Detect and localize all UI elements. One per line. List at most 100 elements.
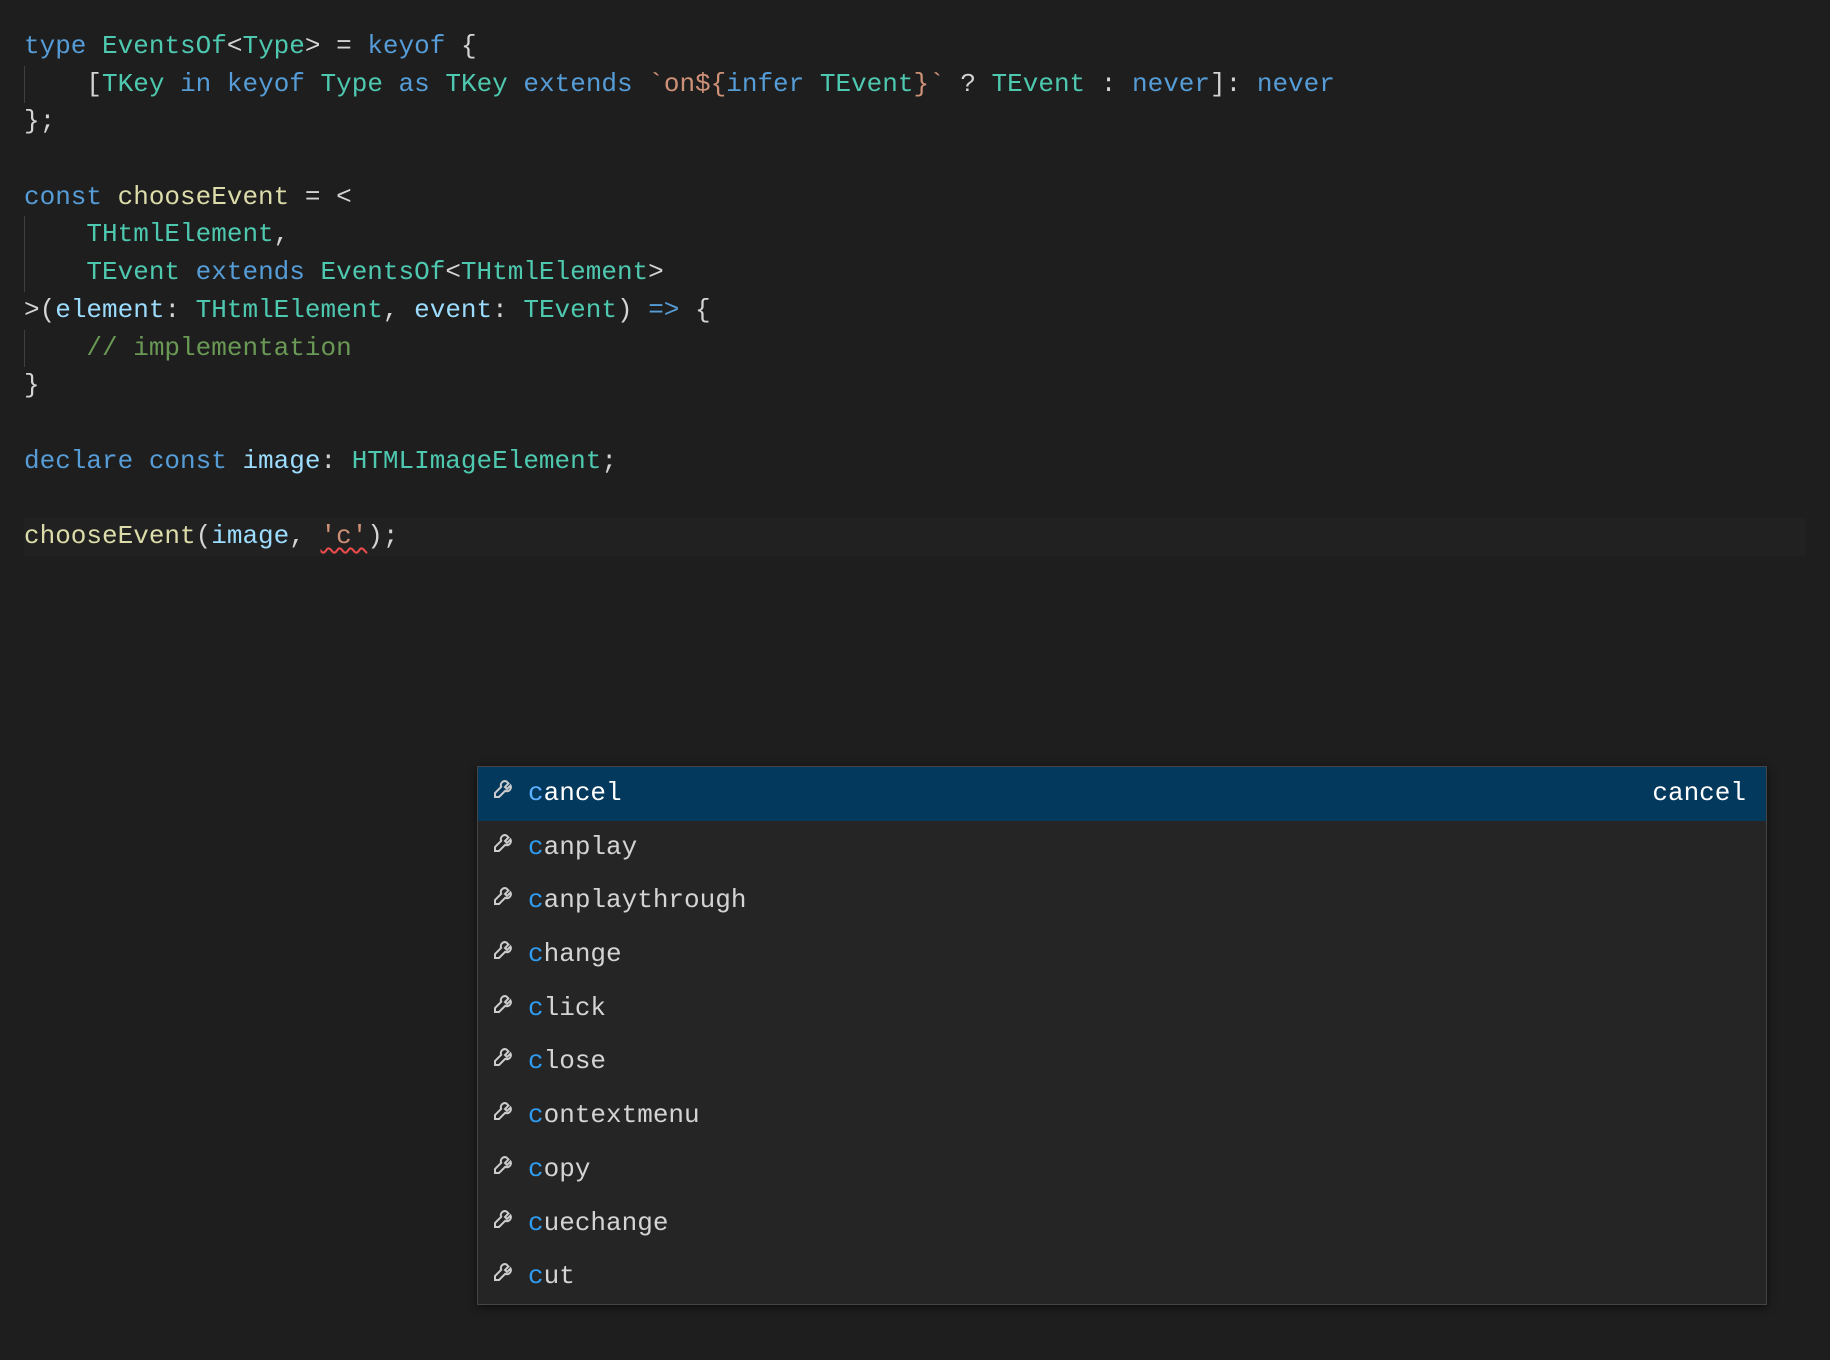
code-line-empty[interactable] bbox=[24, 480, 1806, 518]
suggestion-item[interactable]: contextmenu bbox=[478, 1089, 1766, 1143]
suggestion-item[interactable]: canplaythrough bbox=[478, 874, 1766, 928]
suggestion-label: canplaythrough bbox=[528, 882, 746, 920]
code-line-empty[interactable] bbox=[24, 141, 1806, 179]
keyword-extends: extends bbox=[523, 69, 632, 99]
type-ref: Type bbox=[321, 69, 383, 99]
wrench-icon bbox=[492, 1205, 516, 1243]
code-line[interactable]: }; bbox=[24, 103, 1806, 141]
semicolon: ; bbox=[601, 446, 617, 476]
bracket-open: [ bbox=[86, 69, 102, 99]
suggestion-label: click bbox=[528, 990, 606, 1028]
ternary-colon: : bbox=[1101, 69, 1117, 99]
suggestion-label: cancel bbox=[528, 775, 622, 813]
wrench-icon bbox=[492, 1151, 516, 1189]
suggestion-label: canplay bbox=[528, 829, 637, 867]
brace-close: } bbox=[24, 370, 40, 400]
colon: : bbox=[320, 446, 336, 476]
suggestion-item[interactable]: canplay bbox=[478, 821, 1766, 875]
type-ref: HTMLImageElement bbox=[352, 446, 602, 476]
suggestion-item[interactable]: change bbox=[478, 928, 1766, 982]
keyword-type: type bbox=[24, 31, 86, 61]
type-param: THtmlElement bbox=[461, 257, 648, 287]
type-param: TKey bbox=[102, 69, 164, 99]
type-param: TEvent bbox=[86, 257, 180, 287]
type-ref: THtmlElement bbox=[196, 295, 383, 325]
identifier: image bbox=[242, 446, 320, 476]
keyword-keyof: keyof bbox=[367, 31, 445, 61]
suggestion-item[interactable]: cut bbox=[478, 1250, 1766, 1304]
code-line[interactable]: type EventsOf<Type> = keyof { bbox=[24, 28, 1806, 66]
type-param: TEvent bbox=[992, 69, 1086, 99]
wrench-icon bbox=[492, 990, 516, 1028]
template-literal-close: }` bbox=[914, 69, 945, 99]
keyword-in: in bbox=[180, 69, 211, 99]
angle-close: > bbox=[648, 257, 664, 287]
keyword-as: as bbox=[399, 69, 430, 99]
code-editor[interactable]: type EventsOf<Type> = keyof { [TKey in k… bbox=[24, 28, 1806, 556]
suggestion-item[interactable]: copy bbox=[478, 1143, 1766, 1197]
keyword-const: const bbox=[24, 182, 102, 212]
code-line-empty[interactable] bbox=[24, 405, 1806, 443]
type-param: TKey bbox=[445, 69, 507, 99]
paren-close: ); bbox=[367, 521, 398, 551]
wrench-icon bbox=[492, 1258, 516, 1296]
comma: , bbox=[274, 219, 290, 249]
param-name: event bbox=[414, 295, 492, 325]
string-literal-error: 'c' bbox=[320, 521, 367, 551]
comma: , bbox=[289, 521, 305, 551]
angle-open: < bbox=[445, 257, 461, 287]
suggestion-item[interactable]: click bbox=[478, 982, 1766, 1036]
suggestion-item[interactable]: cuechange bbox=[478, 1197, 1766, 1251]
param-name: element bbox=[55, 295, 164, 325]
operator-equals: = bbox=[305, 182, 321, 212]
wrench-icon bbox=[492, 829, 516, 867]
brace-open: { bbox=[461, 31, 477, 61]
suggestion-item[interactable]: close bbox=[478, 1035, 1766, 1089]
keyword-const: const bbox=[149, 446, 227, 476]
identifier: image bbox=[211, 521, 289, 551]
type-ref: TEvent bbox=[523, 295, 617, 325]
code-line[interactable]: } bbox=[24, 367, 1806, 405]
comma: , bbox=[383, 295, 399, 325]
suggestion-docs: cancel bbox=[1652, 775, 1752, 813]
type-param: TEvent bbox=[820, 69, 914, 99]
suggestion-label: close bbox=[528, 1043, 606, 1081]
keyword-extends: extends bbox=[196, 257, 305, 287]
intellisense-popup[interactable]: cancel cancel canplay canplaythrough change c… bbox=[477, 766, 1767, 1305]
suggestion-label: copy bbox=[528, 1151, 590, 1189]
brace-close: }; bbox=[24, 106, 55, 136]
brace-open: { bbox=[695, 295, 711, 325]
code-line[interactable]: const chooseEvent = < bbox=[24, 179, 1806, 217]
suggestion-label: cuechange bbox=[528, 1205, 668, 1243]
arrow: => bbox=[648, 295, 679, 325]
code-line[interactable]: THtmlElement, bbox=[24, 216, 1806, 254]
keyword-never: never bbox=[1257, 69, 1335, 99]
code-line[interactable]: TEvent extends EventsOf<THtmlElement> bbox=[24, 254, 1806, 292]
template-literal: `on${ bbox=[648, 69, 726, 99]
suggestion-label: cut bbox=[528, 1258, 575, 1296]
paren-open: ( bbox=[196, 521, 212, 551]
suggestion-item[interactable]: cancel cancel bbox=[478, 767, 1766, 821]
wrench-icon bbox=[492, 882, 516, 920]
suggestion-label: contextmenu bbox=[528, 1097, 700, 1135]
colon: : bbox=[492, 295, 508, 325]
colon: : bbox=[164, 295, 180, 325]
ternary-q: ? bbox=[960, 69, 976, 99]
angle-paren: >( bbox=[24, 295, 55, 325]
wrench-icon bbox=[492, 775, 516, 813]
angle-open: < bbox=[336, 182, 352, 212]
code-line[interactable]: >(element: THtmlElement, event: TEvent) … bbox=[24, 292, 1806, 330]
paren-close: ) bbox=[617, 295, 633, 325]
keyword-never: never bbox=[1132, 69, 1210, 99]
keyword-infer: infer bbox=[726, 69, 804, 99]
bracket-close: ]: bbox=[1210, 69, 1241, 99]
code-line-current[interactable]: chooseEvent(image, 'c'); bbox=[24, 518, 1806, 556]
wrench-icon bbox=[492, 1043, 516, 1081]
wrench-icon bbox=[492, 936, 516, 974]
keyword-declare: declare bbox=[24, 446, 133, 476]
type-ref: EventsOf bbox=[320, 257, 445, 287]
code-line[interactable]: // implementation bbox=[24, 330, 1806, 368]
code-line[interactable]: declare const image: HTMLImageElement; bbox=[24, 443, 1806, 481]
code-line[interactable]: [TKey in keyof Type as TKey extends `on$… bbox=[24, 66, 1806, 104]
function-call: chooseEvent bbox=[24, 521, 196, 551]
